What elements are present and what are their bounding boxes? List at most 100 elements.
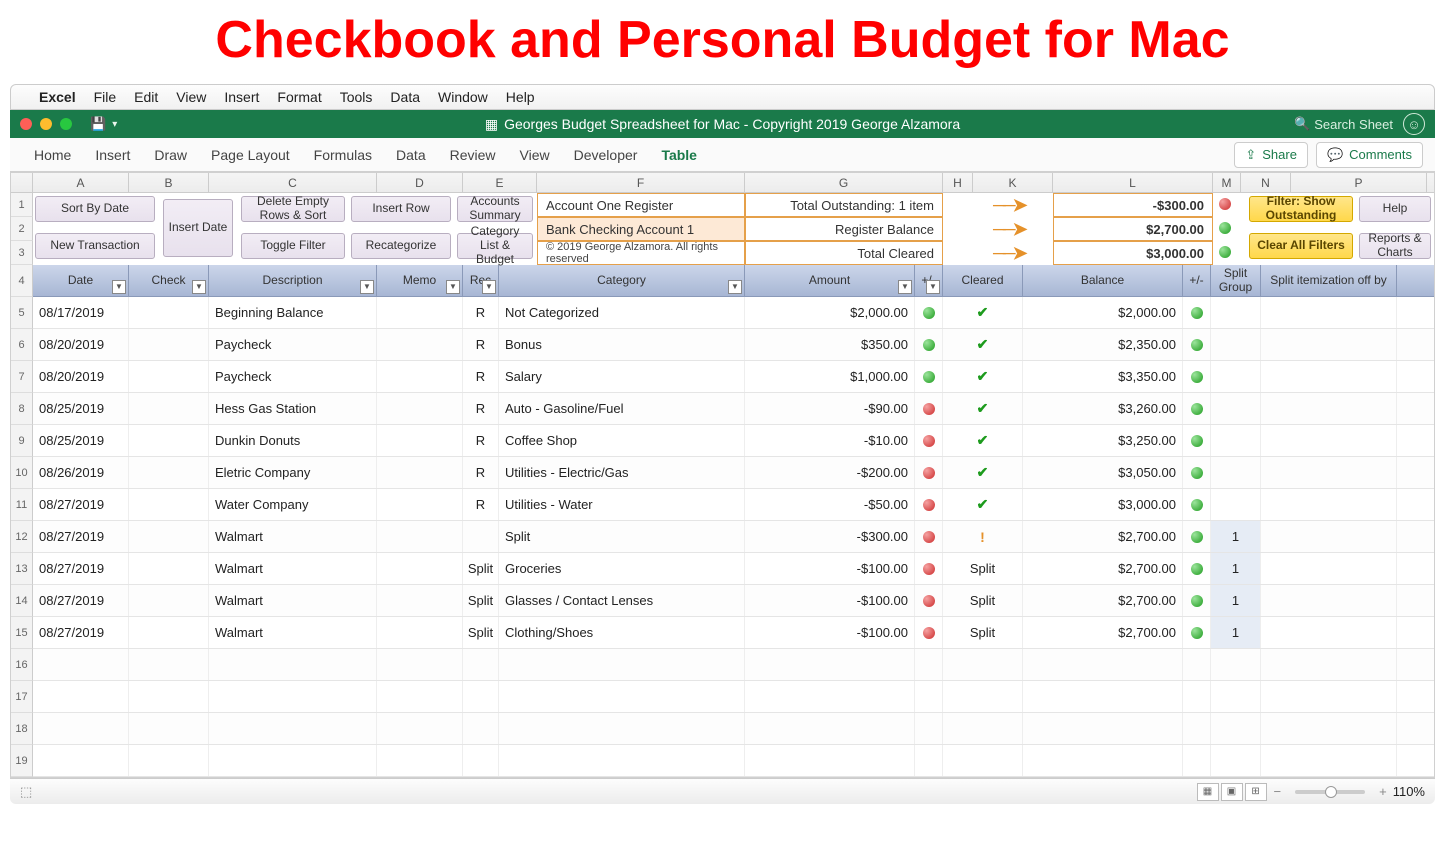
col-A[interactable]: A: [33, 173, 129, 192]
new-transaction-button[interactable]: New Transaction: [35, 233, 155, 259]
tab-formulas[interactable]: Formulas: [302, 147, 384, 163]
selection-mode-icon[interactable]: ⬚: [20, 784, 32, 800]
row-19[interactable]: 19: [11, 745, 33, 777]
hdr-memo[interactable]: Memo▼: [377, 265, 463, 296]
delete-empty-button[interactable]: Delete Empty Rows & Sort: [241, 196, 345, 222]
accounts-summary-button[interactable]: Accounts Summary: [457, 196, 533, 222]
col-L[interactable]: L: [1053, 173, 1213, 192]
filter-icon[interactable]: ▼: [446, 280, 460, 294]
view-page-break-icon[interactable]: ⊞: [1245, 783, 1267, 801]
minimize-icon[interactable]: [40, 118, 52, 130]
row-5[interactable]: 5: [11, 297, 33, 329]
filter-icon[interactable]: ▼: [728, 280, 742, 294]
menu-insert[interactable]: Insert: [224, 89, 259, 105]
row-8[interactable]: 8: [11, 393, 33, 425]
row-4[interactable]: 4: [11, 265, 33, 297]
hdr-amount[interactable]: Amount▼: [745, 265, 915, 296]
filter-icon[interactable]: ▼: [898, 280, 912, 294]
hdr-split[interactable]: Split Group: [1211, 265, 1261, 296]
row-10[interactable]: 10: [11, 457, 33, 489]
table-row[interactable]: [33, 745, 1434, 777]
feedback-icon[interactable]: ☺: [1403, 113, 1425, 135]
insert-row-button[interactable]: Insert Row: [351, 196, 451, 222]
tab-page-layout[interactable]: Page Layout: [199, 147, 302, 163]
col-F[interactable]: F: [537, 173, 745, 192]
zoom-level[interactable]: 110%: [1393, 784, 1425, 799]
table-row[interactable]: 08/25/2019Hess Gas StationRAuto - Gasoli…: [33, 393, 1434, 425]
col-E[interactable]: E: [463, 173, 537, 192]
table-row[interactable]: 08/20/2019PaycheckRSalary$1,000.00✔$3,35…: [33, 361, 1434, 393]
tab-view[interactable]: View: [508, 147, 562, 163]
row-16[interactable]: 16: [11, 649, 33, 681]
col-H[interactable]: H: [943, 173, 973, 192]
tab-insert[interactable]: Insert: [83, 147, 142, 163]
view-normal-icon[interactable]: ▦: [1197, 783, 1219, 801]
hdr-itemization[interactable]: Split itemization off by: [1261, 265, 1397, 296]
tab-data[interactable]: Data: [384, 147, 438, 163]
search-sheet[interactable]: 🔍Search Sheet: [1294, 116, 1393, 132]
col-B[interactable]: B: [129, 173, 209, 192]
menu-tools[interactable]: Tools: [340, 89, 373, 105]
menu-app[interactable]: Excel: [39, 89, 76, 105]
hdr-category[interactable]: Category▼: [499, 265, 745, 296]
save-icon[interactable]: 💾: [90, 116, 106, 132]
col-G[interactable]: G: [745, 173, 943, 192]
row-1[interactable]: 1: [11, 193, 33, 217]
hdr-check[interactable]: Check▼: [129, 265, 209, 296]
col-K[interactable]: K: [973, 173, 1053, 192]
toggle-filter-button[interactable]: Toggle Filter: [241, 233, 345, 259]
category-list-button[interactable]: Category List & Budget: [457, 233, 533, 259]
row-13[interactable]: 13: [11, 553, 33, 585]
tab-table[interactable]: Table: [649, 147, 709, 163]
table-row[interactable]: 08/25/2019Dunkin DonutsRCoffee Shop-$10.…: [33, 425, 1434, 457]
zoom-in-icon[interactable]: +: [1379, 784, 1387, 799]
row-12[interactable]: 12: [11, 521, 33, 553]
row-3[interactable]: 3: [11, 241, 33, 265]
share-button[interactable]: ⇪Share: [1234, 142, 1308, 168]
col-M[interactable]: M: [1213, 173, 1241, 192]
tab-home[interactable]: Home: [22, 147, 83, 163]
table-row[interactable]: 08/17/2019Beginning BalanceRNot Categori…: [33, 297, 1434, 329]
menu-file[interactable]: File: [94, 89, 117, 105]
table-row[interactable]: [33, 649, 1434, 681]
row-15[interactable]: 15: [11, 617, 33, 649]
menu-view[interactable]: View: [176, 89, 206, 105]
recategorize-button[interactable]: Recategorize: [351, 233, 451, 259]
menu-window[interactable]: Window: [438, 89, 488, 105]
tab-draw[interactable]: Draw: [142, 147, 199, 163]
filter-icon[interactable]: ▼: [360, 280, 374, 294]
row-6[interactable]: 6: [11, 329, 33, 361]
row-18[interactable]: 18: [11, 713, 33, 745]
sort-by-date-button[interactable]: Sort By Date: [35, 196, 155, 222]
col-C[interactable]: C: [209, 173, 377, 192]
tab-developer[interactable]: Developer: [562, 147, 650, 163]
menu-edit[interactable]: Edit: [134, 89, 158, 105]
filter-icon[interactable]: ▼: [112, 280, 126, 294]
row-14[interactable]: 14: [11, 585, 33, 617]
comments-button[interactable]: 💬Comments: [1316, 142, 1423, 168]
col-N[interactable]: N: [1241, 173, 1291, 192]
table-row[interactable]: 08/27/2019WalmartSplitGroceries-$100.00S…: [33, 553, 1434, 585]
filter-icon[interactable]: ▼: [926, 280, 940, 294]
reports-button[interactable]: Reports & Charts: [1359, 233, 1431, 259]
view-page-layout-icon[interactable]: ▣: [1221, 783, 1243, 801]
insert-date-button[interactable]: Insert Date: [163, 199, 233, 257]
table-row[interactable]: [33, 713, 1434, 745]
table-row[interactable]: [33, 681, 1434, 713]
hdr-date[interactable]: Date▼: [33, 265, 129, 296]
select-all-corner[interactable]: [11, 173, 33, 192]
hdr-description[interactable]: Description▼: [209, 265, 377, 296]
menu-data[interactable]: Data: [390, 89, 420, 105]
col-P[interactable]: P: [1291, 173, 1427, 192]
zoom-out-icon[interactable]: −: [1274, 784, 1282, 799]
menu-format[interactable]: Format: [277, 89, 321, 105]
table-row[interactable]: 08/27/2019Water CompanyRUtilities - Wate…: [33, 489, 1434, 521]
table-row[interactable]: 08/27/2019WalmartSplitClothing/Shoes-$10…: [33, 617, 1434, 649]
row-17[interactable]: 17: [11, 681, 33, 713]
row-9[interactable]: 9: [11, 425, 33, 457]
hdr-pm[interactable]: +/-▼: [915, 265, 943, 296]
table-row[interactable]: 08/27/2019WalmartSplitGlasses / Contact …: [33, 585, 1434, 617]
hdr-balance[interactable]: Balance: [1023, 265, 1183, 296]
help-button[interactable]: Help: [1359, 196, 1431, 222]
col-D[interactable]: D: [377, 173, 463, 192]
